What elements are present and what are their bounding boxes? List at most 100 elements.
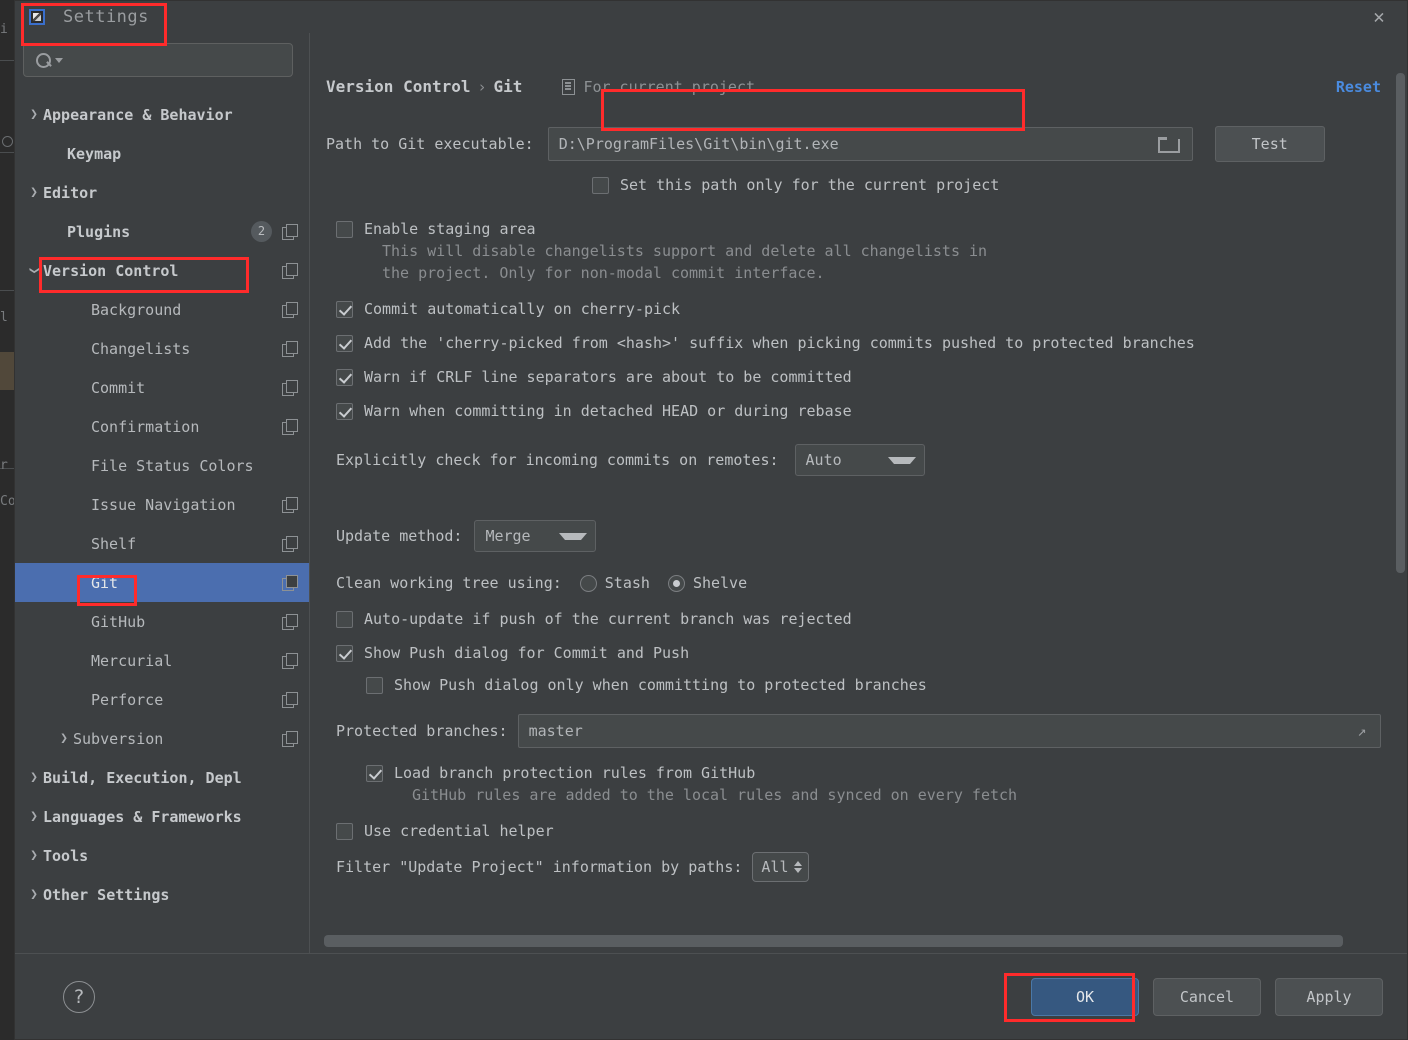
copy-settings-icon[interactable] <box>282 263 298 279</box>
sidebar-item-subversion[interactable]: ❯ Subversion <box>15 719 309 758</box>
protected-branches-row: Protected branches: ↗ <box>336 714 1381 748</box>
search-box[interactable] <box>23 43 293 77</box>
sidebar-item-background[interactable]: Background <box>15 290 309 329</box>
sidebar-item-issue-navigation[interactable]: Issue Navigation <box>15 485 309 524</box>
breadcrumb-parent[interactable]: Version Control <box>326 77 471 96</box>
protected-branches-input[interactable] <box>518 722 1352 740</box>
git-option-row: Warn if CRLF line separators are about t… <box>336 368 1381 386</box>
sidebar-item-other-settings[interactable]: ❯ Other Settings <box>15 875 309 914</box>
copy-settings-icon[interactable] <box>282 614 298 630</box>
copy-settings-icon[interactable] <box>282 380 298 396</box>
sidebar-item-editor[interactable]: ❯ Editor <box>15 173 309 212</box>
copy-settings-icon[interactable] <box>282 692 298 708</box>
ok-button[interactable]: OK <box>1031 977 1139 1016</box>
vertical-scrollbar-thumb[interactable] <box>1396 73 1405 573</box>
git-option-checkbox[interactable] <box>336 369 353 386</box>
spinner-arrows-icon[interactable] <box>794 861 803 873</box>
copy-settings-icon[interactable] <box>282 497 298 513</box>
show-push-protected-checkbox[interactable] <box>366 677 383 694</box>
sidebar-item-github[interactable]: GitHub <box>15 602 309 641</box>
radio-shelve[interactable] <box>667 574 685 592</box>
git-option-checkbox[interactable] <box>336 335 353 352</box>
cancel-button[interactable]: Cancel <box>1153 977 1261 1016</box>
sidebar-item-build-execution-depl[interactable]: ❯ Build, Execution, Depl <box>15 758 309 797</box>
sidebar-item-mercurial[interactable]: Mercurial <box>15 641 309 680</box>
sidebar-item-plugins[interactable]: Plugins 2 <box>15 212 309 251</box>
project-scope: For current project <box>562 78 755 96</box>
clean-working-tree-row: Clean working tree using: Stash Shelve <box>336 574 1381 592</box>
update-method-dropdown[interactable]: Merge <box>474 520 597 552</box>
sidebar-item-keymap[interactable]: Keymap <box>15 134 309 173</box>
git-path-label: Path to Git executable: <box>326 135 534 153</box>
dialog-body: ❯ Appearance & Behavior Keymap ❯ Editor Plugi… <box>15 33 1407 953</box>
set-path-only-checkbox[interactable] <box>592 177 609 194</box>
copy-settings-icon[interactable] <box>282 419 298 435</box>
git-option-row: Add the 'cherry-picked from <hash>' suff… <box>336 334 1381 352</box>
folder-icon[interactable] <box>1157 135 1180 153</box>
copy-settings-icon[interactable] <box>282 731 298 747</box>
git-option-checkbox[interactable] <box>336 403 353 420</box>
sidebar-item-shelf[interactable]: Shelf <box>15 524 309 563</box>
protected-branches-label: Protected branches: <box>336 722 508 740</box>
chevron-down-icon[interactable]: ❯ <box>27 262 42 280</box>
copy-settings-icon[interactable] <box>282 653 298 669</box>
copy-settings-icon[interactable] <box>282 224 298 240</box>
sidebar-item-commit[interactable]: Commit <box>15 368 309 407</box>
expand-icon[interactable]: ↗ <box>1352 721 1372 741</box>
sidebar-item-perforce[interactable]: Perforce <box>15 680 309 719</box>
git-path-input[interactable] <box>548 128 1158 160</box>
reset-link[interactable]: Reset <box>1336 78 1381 96</box>
use-credential-helper-checkbox[interactable] <box>336 823 353 840</box>
enable-staging-label: Enable staging area <box>364 220 536 238</box>
git-option-checkbox[interactable] <box>336 301 353 318</box>
chevron-right-icon[interactable]: ❯ <box>25 849 43 862</box>
chevron-right-icon[interactable]: ❯ <box>55 732 73 745</box>
vertical-scrollbar[interactable] <box>1396 73 1405 929</box>
horizontal-scrollbar[interactable] <box>324 935 1385 947</box>
enable-staging-checkbox[interactable] <box>336 221 353 238</box>
chevron-right-icon[interactable]: ❯ <box>25 771 43 784</box>
sidebar-item-label: Mercurial <box>91 651 173 670</box>
sidebar-item-version-control[interactable]: ❯ Version Control <box>15 251 309 290</box>
show-push-protected-row: Show Push dialog only when committing to… <box>366 676 1381 694</box>
git-path-field[interactable] <box>547 127 1193 161</box>
test-button[interactable]: Test <box>1214 126 1325 162</box>
sidebar-item-changelists[interactable]: Changelists <box>15 329 309 368</box>
auto-update-checkbox[interactable] <box>336 611 353 628</box>
use-credential-helper-label: Use credential helper <box>364 822 554 840</box>
sidebar-item-file-status-colors[interactable]: File Status Colors <box>15 446 309 485</box>
filter-paths-spinner[interactable]: All <box>752 852 810 882</box>
incoming-commits-dropdown[interactable]: Auto <box>794 444 925 476</box>
sidebar-item-confirmation[interactable]: Confirmation <box>15 407 309 446</box>
git-option-row: Commit automatically on cherry-pick <box>336 300 1381 318</box>
chevron-right-icon[interactable]: ❯ <box>25 108 43 121</box>
sidebar-item-appearance-behavior[interactable]: ❯ Appearance & Behavior <box>15 95 309 134</box>
sidebar-item-tools[interactable]: ❯ Tools <box>15 836 309 875</box>
load-branch-rules-checkbox[interactable] <box>366 765 383 782</box>
show-push-dialog-checkbox[interactable] <box>336 645 353 662</box>
radio-stash-label: Stash <box>604 574 650 592</box>
search-input[interactable] <box>63 52 292 68</box>
sidebar-item-git[interactable]: Git <box>15 563 309 602</box>
plugins-count-badge: 2 <box>251 221 272 242</box>
horizontal-scrollbar-thumb[interactable] <box>324 935 1343 947</box>
chevron-right-icon[interactable]: ❯ <box>25 888 43 901</box>
copy-settings-icon[interactable] <box>282 302 298 318</box>
close-icon[interactable]: ✕ <box>1369 7 1389 27</box>
apply-button[interactable]: Apply <box>1275 977 1383 1016</box>
sidebar-item-label: Shelf <box>91 534 137 553</box>
search-dropdown-caret-icon[interactable] <box>55 57 63 63</box>
copy-settings-icon[interactable] <box>282 536 298 552</box>
protected-branches-field[interactable]: ↗ <box>517 714 1381 748</box>
sidebar-item-label: Issue Navigation <box>91 495 236 514</box>
chevron-right-icon[interactable]: ❯ <box>25 186 43 199</box>
radio-stash[interactable] <box>579 574 597 592</box>
sidebar-item-languages-frameworks[interactable]: ❯ Languages & Frameworks <box>15 797 309 836</box>
copy-settings-icon[interactable] <box>282 575 298 591</box>
incoming-commits-label: Explicitly check for incoming commits on… <box>336 451 779 469</box>
copy-settings-icon[interactable] <box>282 341 298 357</box>
settings-sidebar: ❯ Appearance & Behavior Keymap ❯ Editor Plugi… <box>15 33 309 953</box>
chevron-right-icon[interactable]: ❯ <box>25 810 43 823</box>
sidebar-item-label: Appearance & Behavior <box>43 105 233 124</box>
help-icon[interactable]: ? <box>63 980 95 1013</box>
